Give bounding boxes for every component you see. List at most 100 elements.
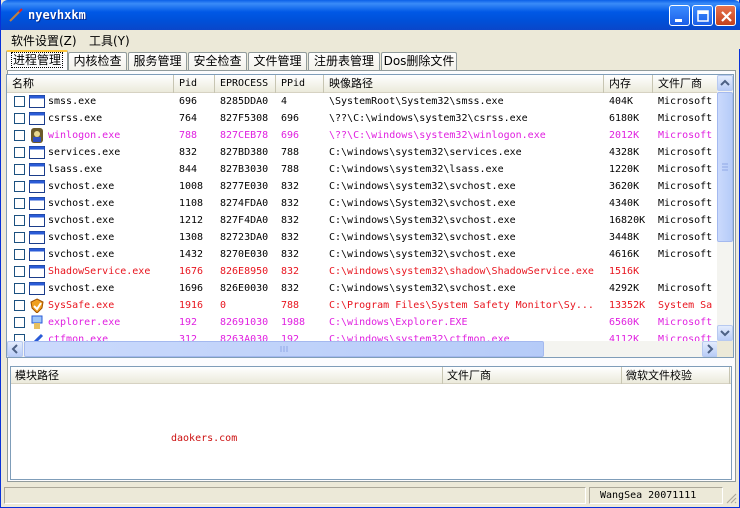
cell-path: \??\C:\windows\system32\winlogon.exe [329,130,546,141]
row-checkbox[interactable] [14,266,25,277]
vertical-scroll-thumb[interactable] [717,92,733,242]
menu-settings[interactable]: 软件设置(Z) [11,32,77,49]
table-row[interactable]: smss.exe 696 8285DDA0 4 \SystemRoot\System32… [7,93,719,110]
tab-kernel[interactable]: 内核检查 [68,52,127,70]
window-icon [29,265,45,278]
table-row[interactable]: ShadowService.exe 1676 826E8950 832 C:\windo… [7,263,719,280]
table-row[interactable]: svchost.exe 1696 826E0030 832 C:\windows\sys… [7,280,719,297]
cell-ppid: 832 [281,266,300,277]
col-module-path[interactable]: 模块路径 [11,367,443,384]
cell-path: C:\windows\System32\svchost.exe [329,215,516,226]
table-row[interactable]: svchost.exe 1308 82723DA0 832 C:\windows\sys… [7,229,719,246]
table-row[interactable]: explorer.exe 192 82691030 1988 C:\windows\Ex… [7,314,719,331]
cell-path: C:\windows\Explorer.EXE [329,317,468,328]
cell-path: C:\windows\system32\shadow\ShadowService… [329,266,594,277]
explorer-icon [31,315,43,329]
chevron-left-icon [11,344,18,354]
table-row[interactable]: svchost.exe 1008 8277E030 832 C:\windows\sys… [7,178,719,195]
scroll-down-button[interactable] [717,325,733,341]
row-checkbox[interactable] [14,215,25,226]
horizontal-scrollbar[interactable] [7,341,719,357]
cell-eprocess: 826E0030 [220,283,269,294]
cell-path: C:\windows\system32\services.exe [329,147,522,158]
tab-services[interactable]: 服务管理 [128,52,187,70]
window-icon [29,282,45,295]
tab-dos-delete[interactable]: Dos删除文件 [381,52,457,70]
winlogon-icon [31,128,43,143]
table-row[interactable]: svchost.exe 1108 8274FDA0 832 C:\windows\Sys… [7,195,719,212]
window-icon [29,112,45,125]
col-module-vendor[interactable]: 文件厂商 [443,367,622,384]
tab-process[interactable]: 进程管理 [6,50,68,70]
cell-vendor: Microsoft [658,96,713,107]
scroll-right-button[interactable] [702,341,718,357]
cell-eprocess: 8285DDA0 [220,96,269,107]
row-checkbox[interactable] [14,317,25,328]
window-icon [29,163,45,176]
cell-ppid: 832 [281,198,300,209]
row-checkbox[interactable] [14,300,25,311]
cell-vendor: Microsoft [658,249,713,260]
table-row[interactable]: SysSafe.exe 1916 0 788 C:\Program Files\Syst… [7,297,719,314]
process-list[interactable]: 名称 Pid EPROCESS PPid 映像路径 内存 文件厂商 smss.e… [6,74,734,358]
close-button[interactable] [715,5,736,26]
horizontal-scroll-thumb[interactable] [24,341,544,357]
col-vendor[interactable]: 文件厂商 [653,75,719,93]
row-checkbox[interactable] [14,96,25,107]
minimize-button[interactable] [669,5,690,26]
table-row[interactable]: svchost.exe 1432 8270E030 832 C:\windows\sys… [7,246,719,263]
col-eprocess[interactable]: EPROCESS [215,75,276,93]
col-memory[interactable]: 内存 [604,75,653,93]
tab-registry[interactable]: 注册表管理 [308,52,380,70]
window-icon [29,197,45,210]
cell-eprocess: 827F4DA0 [220,215,269,226]
tab-files[interactable]: 文件管理 [248,52,307,70]
cell-name: ShadowService.exe [48,266,151,277]
status-bar: WangSea 20071111 [4,486,738,505]
table-row[interactable]: svchost.exe 1212 827F4DA0 832 C:\windows\Sys… [7,212,719,229]
cell-name: svchost.exe [48,283,115,294]
cell-name: svchost.exe [48,181,115,192]
cell-name: svchost.exe [48,198,115,209]
row-checkbox[interactable] [14,249,25,260]
row-checkbox[interactable] [14,113,25,124]
cell-vendor: Microsoft [658,130,713,141]
col-ppid[interactable]: PPid [276,75,324,93]
module-list[interactable]: 模块路径 文件厂商 微软文件校验 daokers.com [10,366,732,480]
col-ms-verify[interactable]: 微软文件校验 [622,367,730,384]
scroll-left-button[interactable] [7,341,23,357]
cell-mem: 404K [609,96,634,107]
title-bar[interactable]: nyevhxkm [1,0,740,30]
row-checkbox[interactable] [14,198,25,209]
menu-tools[interactable]: 工具(Y) [89,32,130,49]
cell-path: C:\windows\system32\lsass.exe [329,164,504,175]
table-row[interactable]: services.exe 832 827BD380 788 C:\windows\sys… [7,144,719,161]
cell-eprocess: 827B3030 [220,164,269,175]
col-name[interactable]: 名称 [7,75,174,93]
col-pid[interactable]: Pid [174,75,215,93]
table-row[interactable]: csrss.exe 764 827F5308 696 \??\C:\windows\sy… [7,110,719,127]
maximize-button[interactable] [692,5,713,26]
row-checkbox[interactable] [14,130,25,141]
row-checkbox[interactable] [14,232,25,243]
resize-grip-icon[interactable] [725,492,737,504]
row-checkbox[interactable] [14,181,25,192]
scroll-up-button[interactable] [717,75,733,91]
cell-ppid: 788 [281,164,300,175]
cell-name: csrss.exe [48,113,103,124]
vertical-scrollbar[interactable] [717,75,733,341]
process-list-header: 名称 Pid EPROCESS PPid 映像路径 内存 文件厂商 [7,75,719,93]
tab-security[interactable]: 安全检查 [188,52,247,70]
table-row[interactable]: lsass.exe 844 827B3030 788 C:\windows\system… [7,161,719,178]
cell-mem: 6560K [609,317,640,328]
row-checkbox[interactable] [14,147,25,158]
window-icon [29,231,45,244]
row-checkbox[interactable] [14,164,25,175]
cell-pid: 764 [179,113,198,124]
cell-mem: 3620K [609,181,640,192]
table-row[interactable]: winlogon.exe 788 827CEB78 696 \??\C:\windows… [7,127,719,144]
col-path[interactable]: 映像路径 [324,75,604,93]
cell-pid: 696 [179,96,198,107]
cell-eprocess: 827BD380 [220,147,269,158]
row-checkbox[interactable] [14,283,25,294]
